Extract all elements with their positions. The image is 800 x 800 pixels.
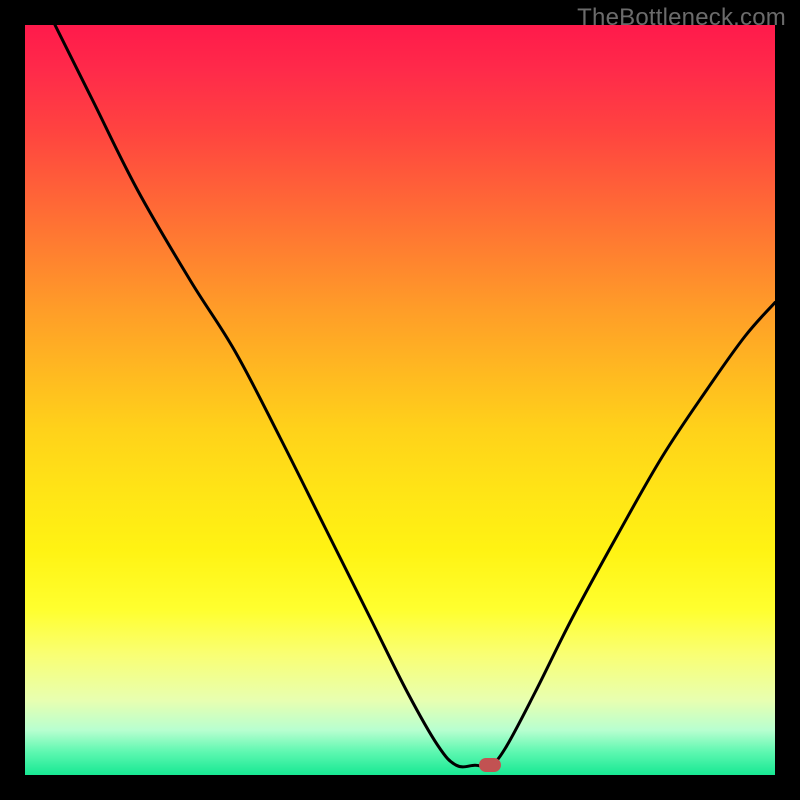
bottleneck-curve (25, 25, 775, 775)
watermark-text: TheBottleneck.com (577, 4, 786, 32)
minimum-marker (479, 758, 501, 772)
plot-area (25, 25, 775, 775)
chart-frame: TheBottleneck.com (0, 0, 800, 800)
curve-path (55, 25, 775, 767)
